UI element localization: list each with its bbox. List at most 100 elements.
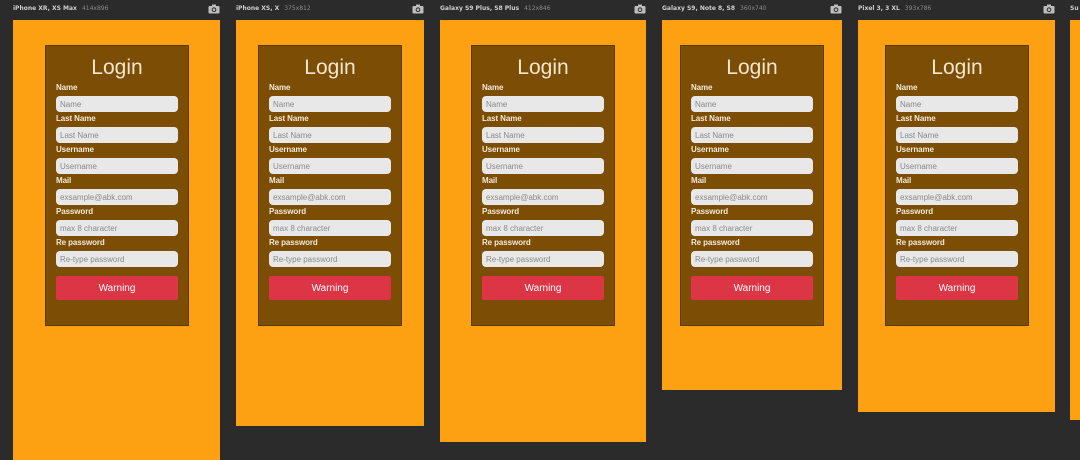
last-name-label: Last Name	[896, 114, 936, 123]
login-card: Login Name Last Name Username Mail Passw…	[885, 45, 1029, 326]
username-input[interactable]	[56, 158, 178, 174]
device-dimensions: 393x786	[904, 5, 932, 12]
last-name-input[interactable]	[269, 127, 391, 143]
device-screen	[1070, 20, 1080, 420]
device-dimensions: 414x896	[81, 5, 109, 12]
mail-label: Mail	[56, 176, 72, 185]
username-label: Username	[482, 145, 520, 154]
login-title: Login	[931, 56, 983, 79]
username-input[interactable]	[691, 158, 813, 174]
last-name-label: Last Name	[56, 114, 96, 123]
password-input[interactable]	[56, 220, 178, 236]
name-input[interactable]	[482, 96, 604, 112]
username-input[interactable]	[482, 158, 604, 174]
re-password-input[interactable]	[56, 251, 178, 267]
re-password-label: Re password	[691, 238, 740, 247]
name-input[interactable]	[56, 96, 178, 112]
mail-label: Mail	[896, 176, 912, 185]
camera-icon[interactable]	[634, 4, 646, 14]
warning-button[interactable]: Warning	[482, 276, 604, 300]
login-title: Login	[726, 56, 778, 79]
last-name-input[interactable]	[482, 127, 604, 143]
name-label: Name	[56, 83, 78, 92]
password-label: Password	[896, 207, 933, 216]
device-header: iPhone XS, X 375x812	[236, 4, 424, 19]
mail-input[interactable]	[56, 189, 178, 205]
mail-input[interactable]	[691, 189, 813, 205]
mail-label: Mail	[269, 176, 285, 185]
password-label: Password	[482, 207, 519, 216]
password-label: Password	[691, 207, 728, 216]
password-label: Password	[269, 207, 306, 216]
camera-icon[interactable]	[208, 4, 220, 14]
mail-input[interactable]	[896, 189, 1018, 205]
last-name-input[interactable]	[56, 127, 178, 143]
last-name-label: Last Name	[269, 114, 309, 123]
re-password-input[interactable]	[896, 251, 1018, 267]
login-title: Login	[517, 56, 569, 79]
password-input[interactable]	[691, 220, 813, 236]
mail-label: Mail	[691, 176, 707, 185]
mail-input[interactable]	[269, 189, 391, 205]
device-frame-partial: Su	[1070, 0, 1080, 460]
device-name: Galaxy S9, Note 8, S8	[662, 5, 736, 12]
last-name-input[interactable]	[896, 127, 1018, 143]
device-header: iPhone XR, XS Max 414x896	[13, 4, 220, 19]
password-label: Password	[56, 207, 93, 216]
name-label: Name	[482, 83, 504, 92]
name-label: Name	[691, 83, 713, 92]
last-name-label: Last Name	[482, 114, 522, 123]
device-screen: Login Name Last Name Username Mail Passw…	[440, 20, 646, 442]
re-password-input[interactable]	[269, 251, 391, 267]
re-password-input[interactable]	[691, 251, 813, 267]
password-input[interactable]	[896, 220, 1018, 236]
device-name: iPhone XS, X	[236, 5, 280, 12]
re-password-label: Re password	[482, 238, 531, 247]
warning-button[interactable]: Warning	[896, 276, 1018, 300]
username-label: Username	[691, 145, 729, 154]
warning-button[interactable]: Warning	[269, 276, 391, 300]
re-password-label: Re password	[56, 238, 105, 247]
re-password-input[interactable]	[482, 251, 604, 267]
username-input[interactable]	[896, 158, 1018, 174]
name-input[interactable]	[896, 96, 1018, 112]
device-header: Su	[1070, 5, 1080, 19]
device-name: Galaxy S9 Plus, S8 Plus	[440, 5, 520, 12]
device-name: Pixel 3, 3 XL	[858, 5, 900, 12]
device-screen: Login Name Last Name Username Mail Passw…	[13, 20, 220, 460]
last-name-input[interactable]	[691, 127, 813, 143]
warning-button[interactable]: Warning	[691, 276, 813, 300]
username-label: Username	[269, 145, 307, 154]
login-card: Login Name Last Name Username Mail Passw…	[45, 45, 189, 326]
re-password-label: Re password	[269, 238, 318, 247]
mail-input[interactable]	[482, 189, 604, 205]
re-password-label: Re password	[896, 238, 945, 247]
device-screen: Login Name Last Name Username Mail Passw…	[662, 20, 842, 390]
username-label: Username	[896, 145, 934, 154]
device-name: Su	[1070, 5, 1079, 12]
last-name-label: Last Name	[691, 114, 731, 123]
device-header: Pixel 3, 3 XL 393x786	[858, 4, 1055, 19]
name-input[interactable]	[269, 96, 391, 112]
device-header: Galaxy S9, Note 8, S8 360x740	[662, 4, 842, 19]
device-name: iPhone XR, XS Max	[13, 5, 77, 12]
camera-icon[interactable]	[830, 4, 842, 14]
login-title: Login	[91, 56, 143, 79]
device-dimensions: 360x740	[740, 5, 767, 12]
login-card: Login Name Last Name Username Mail Passw…	[258, 45, 402, 326]
device-screen: Login Name Last Name Username Mail Passw…	[858, 20, 1055, 412]
camera-icon[interactable]	[1043, 4, 1055, 14]
device-screen: Login Name Last Name Username Mail Passw…	[236, 20, 424, 426]
password-input[interactable]	[269, 220, 391, 236]
password-input[interactable]	[482, 220, 604, 236]
device-header: Galaxy S9 Plus, S8 Plus 412x846	[440, 4, 646, 19]
camera-icon[interactable]	[412, 4, 424, 14]
warning-button[interactable]: Warning	[56, 276, 178, 300]
name-label: Name	[896, 83, 918, 92]
login-title: Login	[304, 56, 356, 79]
mail-label: Mail	[482, 176, 498, 185]
username-input[interactable]	[269, 158, 391, 174]
name-input[interactable]	[691, 96, 813, 112]
username-label: Username	[56, 145, 94, 154]
name-label: Name	[269, 83, 291, 92]
